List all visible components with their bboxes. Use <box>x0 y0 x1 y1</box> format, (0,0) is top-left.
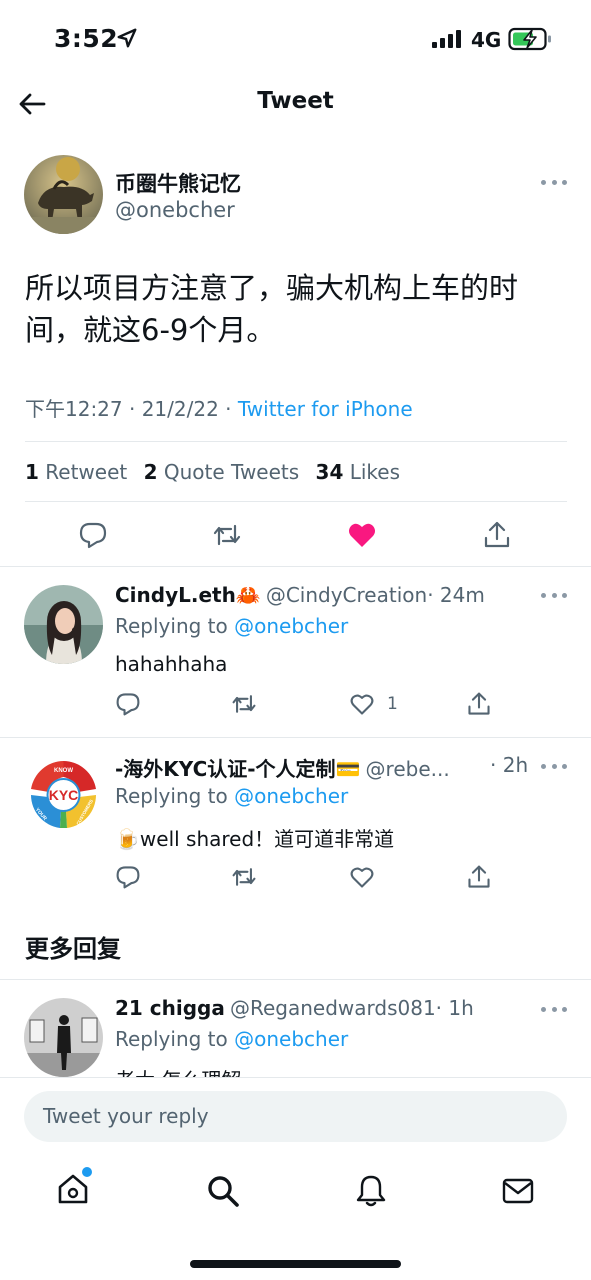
divider <box>25 501 567 502</box>
tweet-meta: 下午12:27 · 21/2/22 · Twitter for iPhone <box>25 393 413 422</box>
tweet-stats: 1 Retweet 2 Quote Tweets 34 Likes <box>25 460 400 484</box>
retweet-icon[interactable] <box>231 864 257 890</box>
reply-author-handle[interactable]: @rebe... <box>366 757 450 781</box>
notifications-icon[interactable] <box>354 1174 388 1208</box>
retweets-stat[interactable]: 1 Retweet <box>25 460 127 484</box>
signal-icon <box>432 30 461 48</box>
quotes-stat[interactable]: 2 Quote Tweets <box>144 460 300 484</box>
quotes-label: Quote Tweets <box>163 460 300 484</box>
reply-text: 老大 怎么理解 <box>115 1064 241 1077</box>
retweets-label: Retweet <box>45 460 128 484</box>
reply-author-name[interactable]: -海外KYC认证-个人定制💳 <box>115 757 360 781</box>
like-count: 1 <box>387 694 398 714</box>
reply-time: · 1h <box>435 996 474 1020</box>
reply-icon[interactable] <box>115 691 141 717</box>
replying-to: Replying to @onebcher <box>115 784 348 808</box>
reply-avatar[interactable] <box>24 585 103 664</box>
user-photo <box>24 585 103 664</box>
messages-icon[interactable] <box>501 1174 535 1208</box>
share-icon[interactable] <box>482 520 512 550</box>
reply-text: hahahhaha <box>115 652 228 676</box>
share-icon[interactable] <box>466 864 492 890</box>
reply-avatar[interactable]: KYC KNOW YOUR CUSTOMERS <box>24 755 103 834</box>
share-icon[interactable] <box>466 691 492 717</box>
search-icon[interactable] <box>206 1174 240 1208</box>
battery-charging-icon <box>508 27 551 51</box>
tweet-source-link[interactable]: Twitter for iPhone <box>238 397 413 421</box>
divider <box>0 737 591 738</box>
reply-time: · 24m <box>427 583 485 607</box>
home-indicator <box>190 1260 401 1268</box>
replying-to: Replying to @onebcher <box>115 1027 348 1051</box>
replying-to-prefix: Replying to <box>115 784 235 808</box>
replying-to-link[interactable]: @onebcher <box>234 784 348 808</box>
divider <box>25 441 567 442</box>
more-reply-item[interactable]: 21 chigga @Reganedwards081· 1h Replying … <box>0 980 591 1077</box>
reply-author-handle[interactable]: @CindyCreation <box>266 583 427 607</box>
location-arrow-icon <box>117 28 137 48</box>
more-icon[interactable] <box>541 591 567 599</box>
author-avatar[interactable] <box>24 155 103 234</box>
replying-to: Replying to @onebcher <box>115 614 348 638</box>
status-time: 3:52 <box>54 24 119 53</box>
user-photo <box>24 998 103 1077</box>
kyc-logo-center: KYC <box>49 787 79 803</box>
reply-header: -海外KYC认证-个人定制💳 @rebe... <box>115 753 527 782</box>
bull-avatar-image <box>24 155 103 234</box>
replying-to-link[interactable]: @onebcher <box>234 1027 348 1051</box>
like-icon[interactable] <box>349 691 375 717</box>
author-name[interactable]: 币圈牛熊记忆 <box>115 168 241 198</box>
author-handle[interactable]: @onebcher <box>115 198 235 222</box>
home-icon <box>58 1174 88 1204</box>
replying-to-prefix: Replying to <box>115 614 235 638</box>
likes-count: 34 <box>315 460 344 484</box>
likes-stat[interactable]: 34 Likes <box>316 460 401 484</box>
tweet-text: 所以项目方注意了，骗大机构上车的时间，就这6-9个月。 <box>25 271 519 347</box>
reply-header: CindyL.eth🦀 @CindyCreation· 24m <box>115 583 485 607</box>
replying-to-link[interactable]: @onebcher <box>234 614 348 638</box>
more-icon[interactable] <box>541 178 567 186</box>
retweets-count: 1 <box>25 460 39 484</box>
reply-time: · 2h <box>490 753 529 777</box>
network-type: 4G <box>471 28 502 52</box>
reply-input[interactable]: Tweet your reply <box>24 1091 567 1142</box>
reply-icon[interactable] <box>115 864 141 890</box>
more-icon[interactable] <box>541 1005 567 1013</box>
reply-author-handle[interactable]: @Reganedwards081 <box>230 996 436 1020</box>
reply-author-name[interactable]: CindyL.eth🦀 <box>115 583 261 607</box>
more-icon[interactable] <box>541 762 567 770</box>
retweet-icon[interactable] <box>231 691 257 717</box>
reply-author-name[interactable]: 21 chigga <box>115 996 225 1020</box>
notification-dot <box>82 1167 92 1177</box>
like-icon[interactable] <box>347 520 377 550</box>
replying-to-prefix: Replying to <box>115 1027 235 1051</box>
reply-avatar[interactable] <box>24 998 103 1077</box>
reply-icon[interactable] <box>78 520 108 550</box>
tweet-timestamp: 下午12:27 · 21/2/22 · <box>25 397 238 421</box>
kyc-logo: KYC KNOW YOUR CUSTOMERS <box>31 761 96 828</box>
reply-text: 🍺well shared！道可道非常道 <box>115 827 395 851</box>
kyc-logo-top: KNOW <box>54 768 73 774</box>
likes-label: Likes <box>349 460 401 484</box>
reply-header: 21 chigga @Reganedwards081· 1h <box>115 996 474 1020</box>
retweet-icon[interactable] <box>212 520 242 550</box>
nav-home[interactable] <box>56 1167 94 1210</box>
reply-input-placeholder: Tweet your reply <box>43 1104 209 1128</box>
quotes-count: 2 <box>143 460 158 484</box>
divider <box>0 566 591 567</box>
like-icon[interactable] <box>349 864 375 890</box>
more-replies-heading: 更多回复 <box>25 935 121 963</box>
page-title: Tweet <box>257 88 334 114</box>
